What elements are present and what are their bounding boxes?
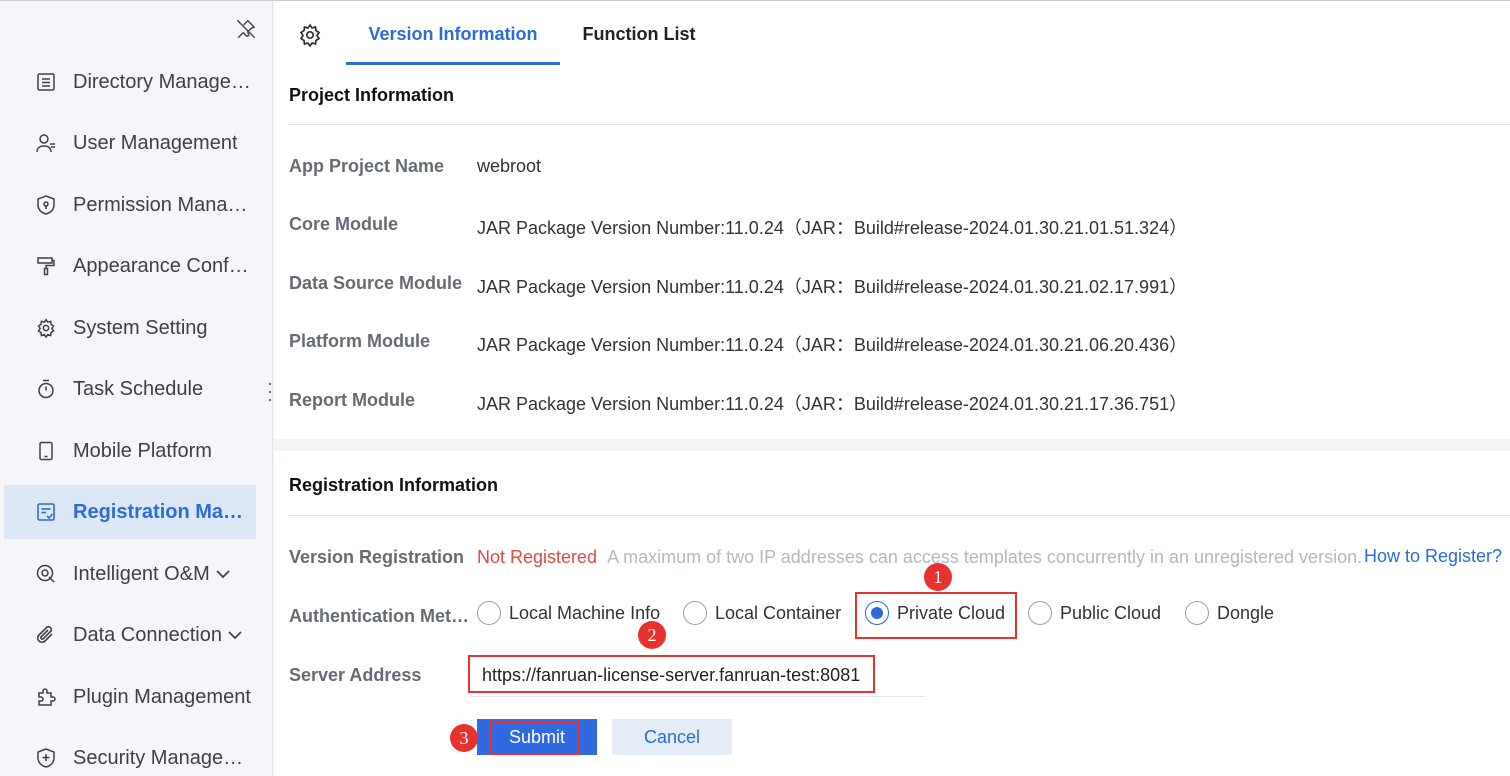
shield-icon: [35, 194, 57, 216]
ops-icon: [35, 563, 57, 585]
gear-icon[interactable]: [298, 23, 322, 48]
radio-circle[interactable]: [1185, 601, 1209, 625]
sidebar-item-task-schedule[interactable]: Task Schedule: [4, 362, 256, 416]
field-label: Version Registration: [289, 547, 465, 567]
radio-circle[interactable]: [865, 601, 889, 625]
field-label: Report Module: [289, 390, 415, 410]
section-title: Project Information: [289, 85, 455, 105]
sidebar-item-label: Task Schedule: [73, 377, 204, 400]
paperclip-icon: [35, 624, 57, 646]
status-badge: Not Registered: [477, 547, 598, 567]
user-icon: [35, 132, 57, 154]
main-content: Version Information Function List Projec…: [274, 1, 1510, 776]
list-icon: [35, 71, 57, 93]
tab-version-information[interactable]: Version Information: [346, 1, 560, 65]
puzzle-icon: [35, 686, 57, 708]
radio-private-cloud[interactable]: Private Cloud: [865, 601, 1005, 625]
field-value: JAR Package Version Number:11.0.24（JAR：B…: [477, 218, 1188, 238]
sidebar-item-registration-management[interactable]: Registration Management: [4, 485, 256, 539]
unregistered-hint: A maximum of two IP addresses can access…: [607, 547, 1363, 567]
pin-off-icon[interactable]: [234, 17, 258, 41]
registration-icon: [35, 501, 57, 523]
radio-label: Local Machine Info: [509, 602, 661, 623]
stopwatch-icon: [35, 378, 57, 400]
radio-public-cloud[interactable]: Public Cloud: [1028, 601, 1161, 625]
field-value: JAR Package Version Number:11.0.24（JAR：B…: [477, 335, 1188, 355]
project-information-panel: Project Information App Project Name web…: [274, 65, 1510, 439]
field-label: Data Source Module: [289, 273, 463, 293]
field-value: JAR Package Version Number:11.0.24（JAR：B…: [477, 394, 1188, 414]
sidebar-item-system-setting[interactable]: System Setting: [4, 301, 256, 355]
radio-label: Private Cloud: [897, 602, 1006, 623]
radio-dongle[interactable]: Dongle: [1185, 601, 1274, 625]
sidebar-item-security-management[interactable]: Security Management: [4, 731, 256, 776]
submit-button[interactable]: Submit: [477, 719, 597, 755]
sidebar-item-label: Appearance Configuration: [73, 254, 253, 277]
field-value: webroot: [477, 156, 542, 176]
field-label: Platform Module: [289, 331, 431, 351]
sidebar-item-label: Security Management: [73, 746, 253, 769]
sidebar-item-label: Data Connection: [73, 623, 222, 646]
how-to-register-link[interactable]: How to Register?: [1364, 546, 1502, 567]
sidebar-item-label: Mobile Platform: [73, 439, 212, 462]
radio-circle[interactable]: [683, 601, 707, 625]
shield-plus-icon: [35, 747, 57, 769]
sidebar-item-label: Registration Management: [73, 500, 253, 523]
radio-label: Public Cloud: [1060, 602, 1162, 623]
radio-local-machine-info[interactable]: Local Machine Info: [477, 601, 660, 625]
tab-bar: Version Information Function List: [274, 1, 1510, 65]
paint-roller-icon: [35, 255, 57, 277]
sidebar-item-appearance-configuration[interactable]: Appearance Configuration: [4, 239, 256, 293]
sidebar-item-directory-management[interactable]: Directory Management: [4, 55, 256, 109]
divider: [289, 515, 1510, 516]
sidebar-item-label: User Management: [73, 131, 238, 154]
registration-status: Not Registered A maximum of two IP addres…: [477, 547, 1362, 568]
field-value: JAR Package Version Number:11.0.24（JAR：B…: [477, 277, 1188, 297]
field-label: Core Module: [289, 214, 399, 234]
chevron-down-icon[interactable]: [226, 626, 244, 644]
section-title: Registration Information: [289, 475, 499, 495]
server-address-input[interactable]: [470, 655, 926, 697]
field-label: Authentication Method: [289, 606, 469, 626]
divider: [289, 124, 1510, 125]
gear-icon: [35, 317, 57, 339]
sidebar-item-label: Permission Management: [73, 193, 253, 216]
field-label: Server Address: [289, 665, 422, 685]
tab-function-list[interactable]: Function List: [568, 1, 710, 65]
sidebar-item-permission-management[interactable]: Permission Management: [4, 178, 256, 232]
sidebar-item-user-management[interactable]: User Management: [4, 116, 256, 170]
radio-label: Dongle: [1217, 602, 1275, 623]
sidebar-item-label: Intelligent O&M: [73, 562, 210, 585]
radio-circle[interactable]: [477, 601, 501, 625]
sidebar-item-label: System Setting: [73, 316, 208, 339]
sidebar-item-plugin-management[interactable]: Plugin Management: [4, 670, 256, 724]
radio-label: Local Container: [715, 602, 842, 623]
cancel-button[interactable]: Cancel: [612, 719, 732, 755]
annotation-badge-1: 1: [924, 563, 952, 591]
sidebar-item-label: Plugin Management: [73, 685, 251, 708]
sidebar-item-mobile-platform[interactable]: Mobile Platform: [4, 424, 256, 478]
mobile-icon: [35, 440, 57, 462]
annotation-badge-2: 2: [638, 621, 666, 649]
annotation-badge-3: 3: [450, 724, 478, 752]
radio-local-container[interactable]: Local Container: [683, 601, 841, 625]
sidebar-item-intelligent-om[interactable]: Intelligent O&M: [4, 547, 256, 601]
sidebar-item-label: Directory Management: [73, 70, 253, 93]
field-label: App Project Name: [289, 156, 445, 176]
chevron-down-icon[interactable]: [214, 565, 232, 583]
radio-circle[interactable]: [1028, 601, 1052, 625]
sidebar: Directory Management User Management Per…: [0, 1, 278, 776]
sidebar-item-data-connection[interactable]: Data Connection: [4, 608, 256, 662]
